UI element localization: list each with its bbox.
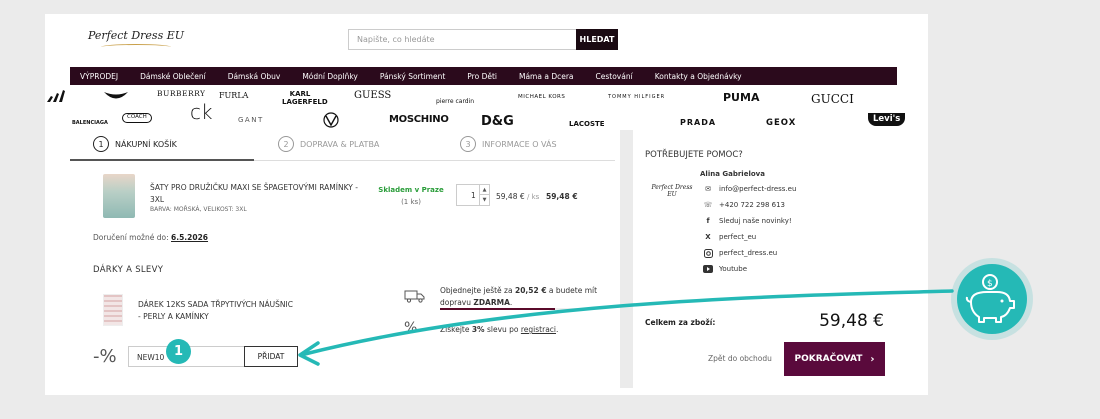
tutorial-arrow [298,289,954,366]
svg-text:$: $ [987,279,993,289]
step-badge: 1 [166,339,191,364]
piggy-bank-icon: $ [957,264,1027,334]
